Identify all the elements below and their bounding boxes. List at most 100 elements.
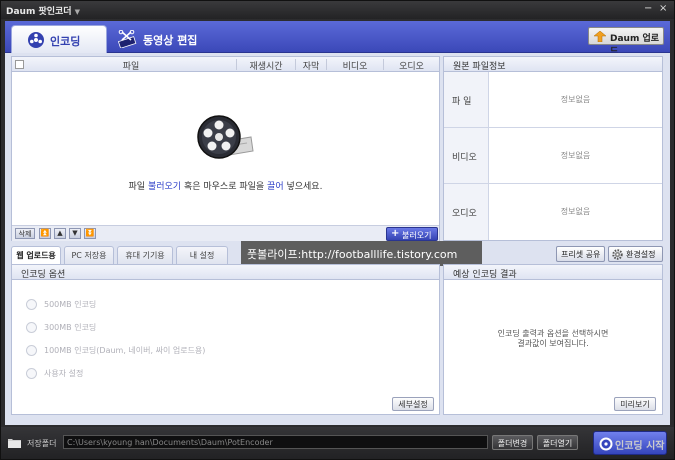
detail-settings-button[interactable]: 세부설정 (392, 397, 434, 411)
scissors-film-icon (117, 30, 137, 48)
source-key-cell: 파 일 (444, 72, 489, 127)
film-reel-large-icon (197, 115, 254, 159)
tab-web-upload[interactable]: 웹 업로드용 (11, 246, 61, 265)
expected-result-header: 예상 인코딩 결과 (444, 265, 662, 280)
source-key-video: 비디오 (452, 153, 477, 163)
encoding-options-header: 인코딩 옵션 (12, 265, 439, 280)
watermark-overlay: 풋볼라이프:http://footballlife.tistory.com (241, 241, 482, 266)
upload-arrow-icon (594, 31, 606, 42)
tab-video-edit-label: 동영상 편집 (143, 34, 198, 47)
result-message-line: 인코딩 출력과 옵션을 선택하시면 (497, 329, 609, 338)
delete-button[interactable]: 삭제 (15, 228, 35, 239)
gear-icon (612, 249, 623, 260)
main-content: 파일 재생시간 자막 비디오 오디오 파일 불러오기 혹은 마우스로 파일을 끌… (5, 53, 670, 425)
empty-msg-part: 파일 (128, 182, 148, 192)
open-folder-button[interactable]: 폴더열기 (537, 435, 578, 450)
option-100mb-label: 100MB 인코딩(Daum, 네이버, 싸이 업로드용) (44, 346, 206, 355)
minimize-button[interactable]: − (644, 3, 652, 14)
expected-result-title: 예상 인코딩 결과 (453, 270, 517, 280)
close-button[interactable]: × (659, 3, 667, 14)
film-reel-icon (28, 32, 44, 48)
title-bar: Daum 팟인코더 ▼ − × (1, 1, 674, 19)
source-key-cell: 비디오 (444, 128, 489, 183)
preview-label: 미리보기 (620, 400, 650, 409)
env-settings-label: 환경설정 (626, 250, 656, 259)
change-folder-label: 폴더변경 (497, 439, 528, 448)
empty-state-message: 파일 불러오기 혹은 마우스로 파일을 끌어 넣으세요. (12, 179, 439, 192)
encoding-options-panel: 인코딩 옵션 500MB 인코딩 300MB 인코딩 100MB 인코딩(Dau… (11, 264, 440, 415)
column-subtitle[interactable]: 자막 (296, 59, 326, 72)
app-window: Daum 팟인코더 ▼ − × 인코딩 동영상 편집 Daum 업로드 파일 재… (0, 0, 675, 460)
tab-mobile-label: 휴대 기기용 (125, 251, 165, 260)
open-folder-label: 폴더열기 (542, 439, 573, 448)
detail-settings-label: 세부설정 (398, 400, 428, 409)
source-value-file: 정보없음 (560, 95, 591, 104)
expected-result-panel: 예상 인코딩 결과 인코딩 출력과 옵션을 선택하시면 결과값이 보여집니다. … (443, 264, 663, 415)
radio-button[interactable] (26, 322, 37, 333)
source-row-audio: 오디오 정보없음 (444, 184, 662, 240)
column-file[interactable]: 파일 (26, 59, 236, 72)
result-message-line: 결과값이 보여집니다. (517, 339, 589, 348)
open-file-label: 불러오기 (402, 231, 432, 240)
file-list-header: 파일 재생시간 자막 비디오 오디오 (12, 57, 439, 72)
source-value-video: 정보없음 (560, 151, 591, 160)
window-title[interactable]: Daum 팟인코더 ▼ (6, 4, 80, 17)
move-down-button[interactable]: ▼ (69, 228, 81, 239)
preset-share-label: 프리셋 공유 (561, 250, 601, 259)
tab-encoding[interactable]: 인코딩 (11, 25, 107, 53)
tab-my-settings-label: 내 설정 (189, 251, 215, 260)
status-bar: 저장폴더 폴더변경 폴더열기 인코딩 시작 (1, 427, 674, 459)
column-duration[interactable]: 재생시간 (237, 59, 295, 72)
save-folder-label: 저장폴더 (27, 439, 57, 448)
column-audio[interactable]: 오디오 (384, 59, 439, 72)
radio-button[interactable] (26, 299, 37, 310)
file-list-panel[interactable]: 파일 재생시간 자막 비디오 오디오 파일 불러오기 혹은 마우스로 파일을 끌… (11, 56, 440, 241)
env-settings-button[interactable]: 환경설정 (608, 246, 663, 262)
tab-mobile[interactable]: 휴대 기기용 (117, 246, 173, 264)
tab-pc-save[interactable]: PC 저장용 (64, 246, 114, 264)
change-folder-button[interactable]: 폴더변경 (492, 435, 533, 450)
tab-pc-save-label: PC 저장용 (71, 251, 107, 260)
drag-link: 끌어 (267, 182, 284, 192)
expected-result-message: 인코딩 출력과 옵션을 선택하시면 결과값이 보여집니다. (444, 329, 662, 349)
save-path-field[interactable] (63, 435, 488, 449)
radio-button[interactable] (26, 368, 37, 379)
source-info-header: 원본 파일정보 (444, 57, 662, 72)
source-info-panel: 원본 파일정보 파 일 정보없음 비디오 정보없음 오디오 정보없음 (443, 56, 663, 241)
empty-msg-part: 혹은 마우스로 파일을 (181, 182, 268, 192)
tab-web-upload-label: 웹 업로드용 (16, 251, 56, 260)
source-row-video: 비디오 정보없음 (444, 128, 662, 184)
source-key-file: 파 일 (452, 97, 472, 107)
encoding-options-title: 인코딩 옵션 (21, 270, 66, 280)
preview-button[interactable]: 미리보기 (614, 397, 656, 411)
source-row-file: 파 일 정보없음 (444, 72, 662, 128)
empty-msg-part: 넣으세요. (283, 182, 323, 192)
open-file-button[interactable]: + 불러오기 (386, 227, 438, 241)
source-info-title: 원본 파일정보 (453, 62, 506, 72)
daum-upload-button[interactable]: Daum 업로드 (588, 27, 664, 57)
radio-button[interactable] (26, 345, 37, 356)
start-encoding-button[interactable]: 인코딩 시작 (593, 431, 667, 455)
column-video[interactable]: 비디오 (327, 59, 383, 72)
option-custom-label: 사용자 설정 (44, 369, 84, 378)
move-up-button[interactable]: ▲ (54, 228, 66, 239)
folder-icon (8, 439, 21, 448)
watermark-text: 풋볼라이프:http://footballlife.tistory.com (247, 248, 458, 261)
tab-my-settings[interactable]: 내 설정 (176, 246, 228, 264)
window-title-text: Daum 팟인코더 (6, 7, 72, 17)
start-encoding-label: 인코딩 시작 (615, 441, 665, 452)
select-all-checkbox[interactable] (15, 60, 24, 69)
main-tab-bar: 인코딩 동영상 편집 Daum 업로드 (5, 21, 670, 57)
move-bottom-button[interactable]: ⏬ (84, 228, 96, 239)
tab-encoding-label: 인코딩 (50, 35, 81, 48)
move-top-button[interactable]: ⏫ (39, 228, 51, 239)
open-link[interactable]: 불러오기 (148, 182, 181, 192)
tab-video-edit[interactable]: 동영상 편집 (113, 27, 209, 51)
file-list-toolbar: 삭제 ⏫ ▲ ▼ ⏬ + 불러오기 (12, 225, 439, 241)
start-disc-icon (599, 437, 613, 451)
menu-dropdown-icon[interactable]: ▼ (75, 8, 80, 16)
source-key-audio: 오디오 (452, 209, 477, 219)
source-key-cell: 오디오 (444, 184, 489, 240)
source-value-audio: 정보없음 (560, 207, 591, 216)
preset-share-button[interactable]: 프리셋 공유 (556, 246, 605, 262)
